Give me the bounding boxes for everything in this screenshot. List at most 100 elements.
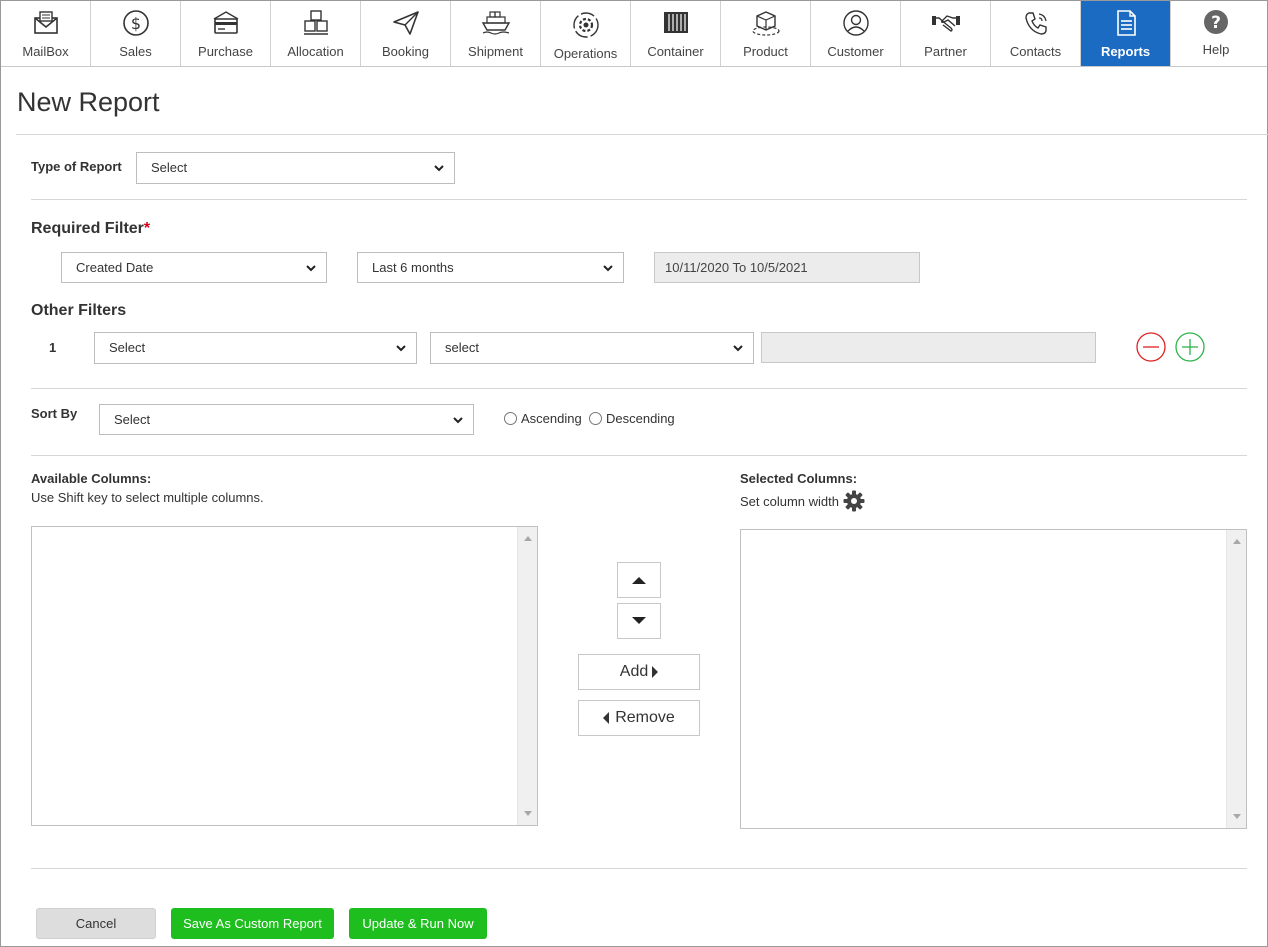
mailbox-icon [33,11,58,34]
scroll-down-icon[interactable] [1233,814,1241,819]
caret-up-icon [632,577,646,584]
chevron-down-icon [434,165,444,172]
column-width-setting[interactable]: Set column width [740,490,865,512]
scroll-up-icon[interactable] [1233,539,1241,544]
required-filter-heading: Required Filter* [31,220,150,238]
filter-value-field[interactable] [761,332,1096,363]
document-icon [1116,10,1136,36]
required-star: * [143,220,151,237]
gear-cycle-icon [572,12,599,38]
dollar-icon: $ [122,10,149,36]
filter-field-select[interactable]: Select [94,332,417,364]
nav-label: Sales [119,44,152,59]
ship-icon [481,11,510,35]
filter-row-number: 1 [49,340,57,355]
paper-plane-icon [392,11,419,35]
select-value: Created Date [76,260,154,275]
select-value: Select [109,340,146,355]
nav-booking[interactable]: Booking [361,1,451,66]
select-value: Last 6 months [372,260,454,275]
caret-right-icon [652,666,659,678]
other-filters-heading: Other Filters [31,302,127,319]
selected-columns-list[interactable] [740,529,1247,829]
add-label: Add [619,663,649,680]
divider [31,199,1247,200]
nav-label: MailBox [22,44,69,59]
nav-partner[interactable]: Partner [901,1,991,66]
question-icon: ? [1204,10,1228,34]
nav-label: Partner [924,44,967,59]
nav-sales[interactable]: $ Sales [91,1,181,66]
nav-label: Allocation [287,44,344,59]
divider [31,388,1247,389]
nav-label: Shipment [468,44,523,59]
handshake-icon [931,15,960,32]
nav-purchase[interactable]: Purchase [181,1,271,66]
radio-label: Ascending [521,411,582,426]
nav-contacts[interactable]: Contacts [991,1,1081,66]
page-title: New Report [17,87,160,117]
nav-label: Help [1202,42,1230,57]
save-custom-report-button[interactable]: Save As Custom Report [171,908,334,939]
scroll-up-icon[interactable] [524,536,532,541]
scrollbar[interactable] [517,527,537,825]
nav-label: Operations [553,46,618,61]
chevron-down-icon [733,345,743,352]
caret-down-icon [632,617,646,624]
nav-allocation[interactable]: Allocation [271,1,361,66]
nav-label: Contacts [1009,44,1062,59]
chevron-down-icon [306,265,316,272]
chevron-down-icon [603,265,613,272]
nav-operations[interactable]: Operations [541,1,631,66]
selected-columns-heading: Selected Columns: [740,471,858,486]
filter-operator-select[interactable]: select [430,332,754,364]
title-divider [16,134,1268,135]
credit-card-icon [213,11,238,34]
column-width-label: Set column width [740,493,839,509]
nav-shipment[interactable]: Shipment [451,1,541,66]
nav-product[interactable]: Product [721,1,811,66]
nav-container[interactable]: Container [631,1,721,66]
update-run-now-button[interactable]: Update & Run Now [349,908,487,939]
remove-filter-icon[interactable] [1136,332,1166,362]
nav-mailbox[interactable]: MailBox [1,1,91,66]
add-column-button[interactable]: Add [578,654,700,690]
sort-descending-radio[interactable]: Descending [589,411,675,426]
nav-reports[interactable]: Reports [1081,1,1171,66]
radio-circle [589,412,602,425]
nav-customer[interactable]: Customer [811,1,901,66]
add-filter-icon[interactable] [1175,332,1205,362]
product-box-icon [751,11,780,36]
svg-text:$: $ [130,14,140,33]
cancel-button[interactable]: Cancel [36,908,156,939]
required-filter-field-select[interactable]: Created Date [61,252,327,283]
nav-label: Product [743,44,788,59]
scroll-down-icon[interactable] [524,811,532,816]
gear-icon[interactable] [843,490,865,512]
chevron-down-icon [453,417,463,424]
scrollbar[interactable] [1226,530,1246,828]
radio-circle [504,412,517,425]
boxes-icon [303,10,328,35]
move-down-button[interactable] [617,603,661,639]
date-range-field: 10/11/2020 To 10/5/2021 [654,252,920,283]
remove-column-button[interactable]: Remove [578,700,700,736]
top-nav: MailBox $ Sales Purchase Allocation Book… [1,1,1267,67]
phone-icon [1024,12,1047,35]
select-value: Select [151,160,188,175]
nav-label: Reports [1100,44,1151,59]
available-columns-heading: Available Columns: [31,471,152,486]
chevron-down-icon [396,345,406,352]
required-filter-title: Required Filter [31,220,144,237]
move-up-button[interactable] [617,562,661,598]
caret-left-icon [603,712,610,724]
type-of-report-select[interactable]: Select [136,152,455,184]
nav-help[interactable]: ? Help [1171,1,1261,66]
divider [31,455,1247,456]
available-columns-list[interactable] [31,526,538,826]
sort-ascending-radio[interactable]: Ascending [504,411,582,426]
nav-label: Container [647,44,704,59]
sort-by-label: Sort By [31,406,78,421]
sort-by-select[interactable]: Select [99,404,474,435]
required-filter-range-select[interactable]: Last 6 months [357,252,624,283]
